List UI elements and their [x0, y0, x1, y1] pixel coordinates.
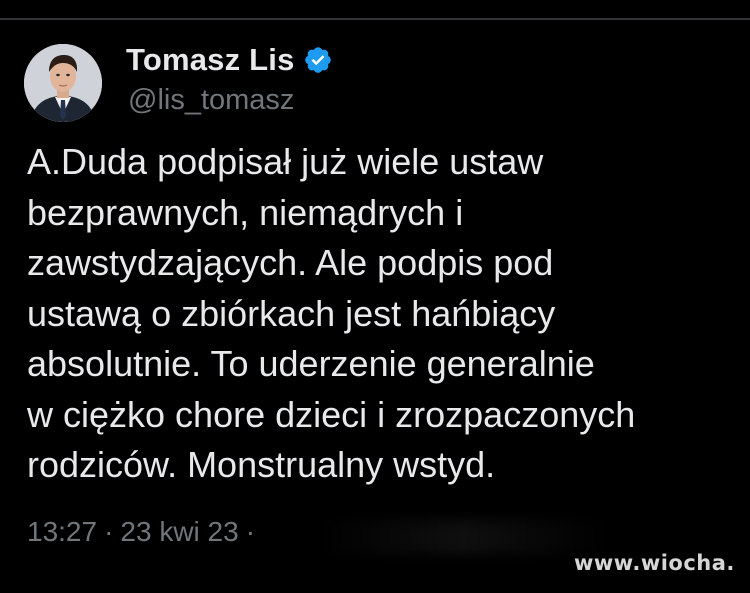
tweet-text: A.Duda podpisał już wiele ustaw bezprawn…	[27, 141, 636, 485]
tweet-meta: 13:27 · 23 kwi 23 ·	[27, 516, 262, 548]
author-display-name[interactable]: Tomasz Lis	[126, 42, 295, 78]
meta-separator: ·	[104, 516, 114, 547]
verified-badge-icon	[303, 45, 333, 75]
author-handle[interactable]: @lis_tomasz	[128, 84, 294, 117]
divider	[0, 18, 750, 20]
tweet-card: Tomasz Lis @lis_tomasz A.Duda podpisał j…	[0, 0, 750, 593]
avatar[interactable]	[24, 44, 102, 122]
author-name-row: Tomasz Lis	[126, 40, 333, 80]
site-watermark: www.wiocha.pl	[574, 547, 750, 583]
tweet-time[interactable]: 13:27	[27, 516, 97, 548]
meta-separator-2: ·	[245, 516, 256, 547]
profile-photo-icon	[24, 44, 102, 122]
redacted-area	[318, 520, 608, 554]
svg-text:www.wiocha.pl: www.wiocha.pl	[574, 551, 734, 575]
tweet-date[interactable]: 23 kwi 23	[120, 516, 238, 548]
watermark-logo: www.wiocha.pl	[574, 551, 750, 575]
